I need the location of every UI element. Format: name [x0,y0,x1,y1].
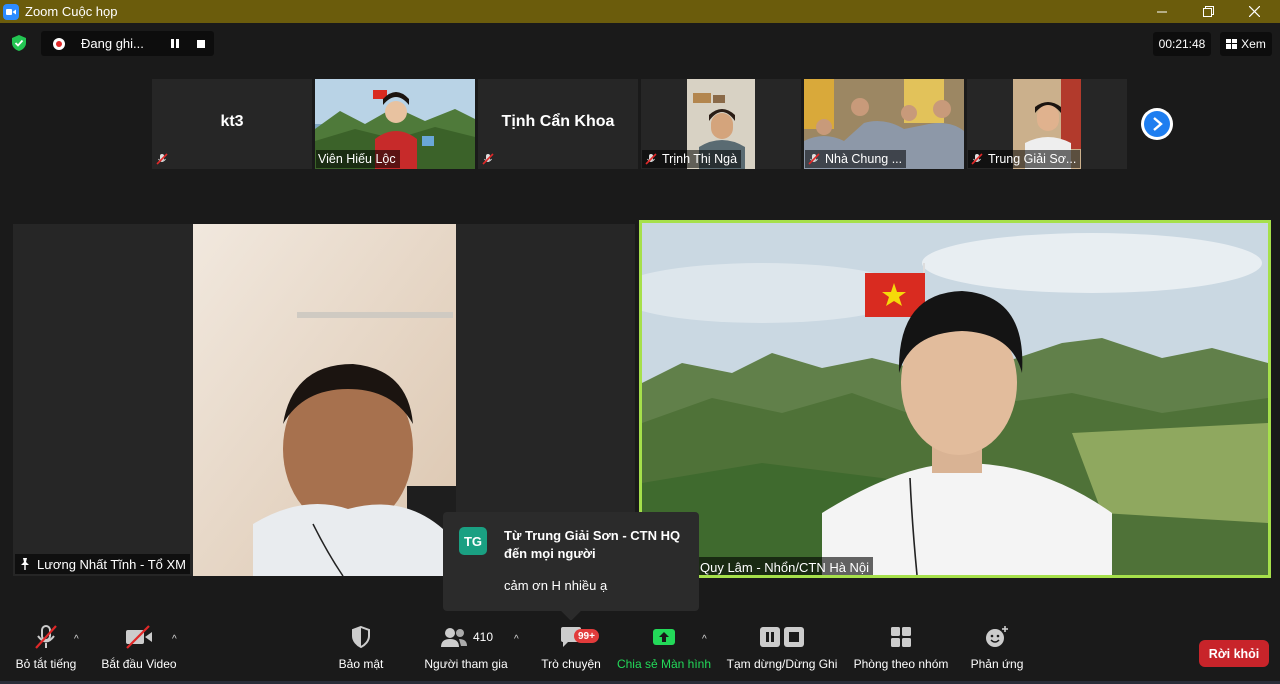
participant-label: Viên Hiếu Lộc [316,150,400,168]
participants-button[interactable]: 410 Người tham gia [420,620,512,680]
muted-mic-icon [33,620,59,654]
participant-label: Trung Giải Sơ... [968,150,1081,168]
muted-mic-icon [156,153,168,165]
meeting-timer: 00:21:48 [1153,32,1211,56]
audio-options-caret-icon[interactable]: ^ [74,634,79,645]
start-video-label: Bắt đầu Video [101,657,177,671]
pause-stop-label: Tạm dừng/Dừng Ghi [726,657,838,671]
close-button[interactable] [1231,0,1277,23]
participant-status [153,150,177,168]
share-screen-icon [651,620,677,654]
participant-label: Quy Lâm - Nhổn/CTN Hà Nội [696,557,874,575]
recording-label: Đang ghi... [81,36,144,51]
view-button[interactable]: Xem [1220,32,1272,56]
participant-status [479,150,503,168]
stop-recording-button[interactable] [191,34,211,54]
participant-label: Trịnh Thị Ngà [642,150,742,168]
participants-options-caret-icon[interactable]: ^ [514,634,519,645]
chevron-right-icon [1144,111,1170,137]
unmute-label: Bỏ tắt tiếng [15,657,77,671]
breakout-rooms-icon [889,620,913,654]
gallery-tile[interactable]: Nhà Chung ... [804,79,964,169]
breakout-rooms-button[interactable]: Phòng theo nhóm [850,620,952,680]
chat-message: cảm ơn H nhiều ạ [504,578,608,593]
muted-mic-icon [971,153,983,165]
participants-icon: 410 [439,620,493,654]
share-screen-button[interactable]: Chia sẻ Màn hình [614,620,714,680]
pause-stop-recording-button[interactable]: Tạm dừng/Dừng Ghi [724,620,840,680]
video-tile-active-speaker[interactable]: Quy Lâm - Nhổn/CTN Hà Nội [639,220,1271,578]
pin-icon [21,558,29,570]
participants-count: 410 [472,630,494,644]
gallery-tile[interactable]: Trịnh Thị Ngà [641,79,801,169]
zoom-meeting-window: Zoom Cuộc họp Đang ghi... 00:21:48 Xem k… [0,0,1280,684]
next-page-button[interactable] [1141,108,1173,140]
video-options-caret-icon[interactable]: ^ [172,634,177,645]
shield-icon [350,620,372,654]
window-title: Zoom Cuộc họp [25,4,118,19]
avatar: TG [459,527,487,555]
encryption-shield-icon[interactable] [10,34,28,52]
reactions-label: Phản ứng [970,657,1024,671]
muted-mic-icon [808,153,820,165]
participant-label-text: Nhà Chung ... [825,152,903,166]
recording-indicator: Đang ghi... [41,31,214,56]
minimize-button[interactable] [1139,0,1185,23]
participant-label-text: Lương Nhất Tĩnh - Tổ XM [37,556,186,572]
pause-recording-button[interactable] [165,34,185,54]
recording-dot-icon [53,37,65,50]
participants-label: Người tham gia [424,657,508,671]
title-bar: Zoom Cuộc họp [0,0,1280,23]
participant-name: kt3 [220,113,244,130]
security-label: Bảo mật [338,657,384,671]
pause-stop-icon [758,620,806,654]
participant-label: Lương Nhất Tĩnh - Tổ XM [15,554,190,574]
gallery-tile[interactable]: Trung Giải Sơ... [967,79,1127,169]
start-video-button[interactable]: Bắt đầu Video [100,620,178,680]
chat-unread-badge: 99+ [574,629,599,643]
zoom-logo-icon [3,3,19,20]
meeting-toolbar: Bỏ tắt tiếng ^ Bắt đầu Video ^ Bảo mật 4… [0,620,1280,684]
reactions-button[interactable]: Phản ứng [968,620,1026,680]
share-screen-label: Chia sẻ Màn hình [616,657,712,671]
muted-mic-icon [482,153,494,165]
leave-meeting-button[interactable]: Rời khỏi [1199,640,1269,667]
chat-notification[interactable]: TG Từ Trung Giải Sơn - CTN HQ đến mọi ng… [443,512,699,611]
unmute-button[interactable]: Bỏ tắt tiếng [14,620,78,680]
restore-button[interactable] [1185,0,1231,23]
participant-label: Nhà Chung ... [805,150,907,168]
breakout-rooms-label: Phòng theo nhóm [853,657,949,671]
participant-video [193,224,456,576]
gallery-tile[interactable]: kt3 [152,79,312,169]
muted-mic-icon [645,153,657,165]
participant-video [642,223,1268,575]
participant-label-text: Trịnh Thị Ngà [662,152,738,166]
video-off-icon [124,620,154,654]
share-options-caret-icon[interactable]: ^ [702,634,707,645]
gallery-tile[interactable]: Viên Hiếu Lộc [315,79,475,169]
participant-name: Tịnh Cẩn Khoa [501,113,615,130]
gallery-strip: kt3 Viên Hiếu Lộc Tịnh Cẩn Khoa Trịnh Th… [0,79,1280,169]
chat-sender: Từ Trung Giải Sơn - CTN HQ đến mọi người [504,528,681,561]
gallery-tile[interactable]: Tịnh Cẩn Khoa [478,79,638,169]
security-button[interactable]: Bảo mật [334,620,388,680]
reaction-smiley-icon [984,620,1010,654]
chat-label: Trò chuyện [541,657,601,671]
view-label: Xem [1241,37,1266,51]
grid-view-icon [1226,39,1238,49]
participant-label-text: Trung Giải Sơ... [988,152,1077,166]
